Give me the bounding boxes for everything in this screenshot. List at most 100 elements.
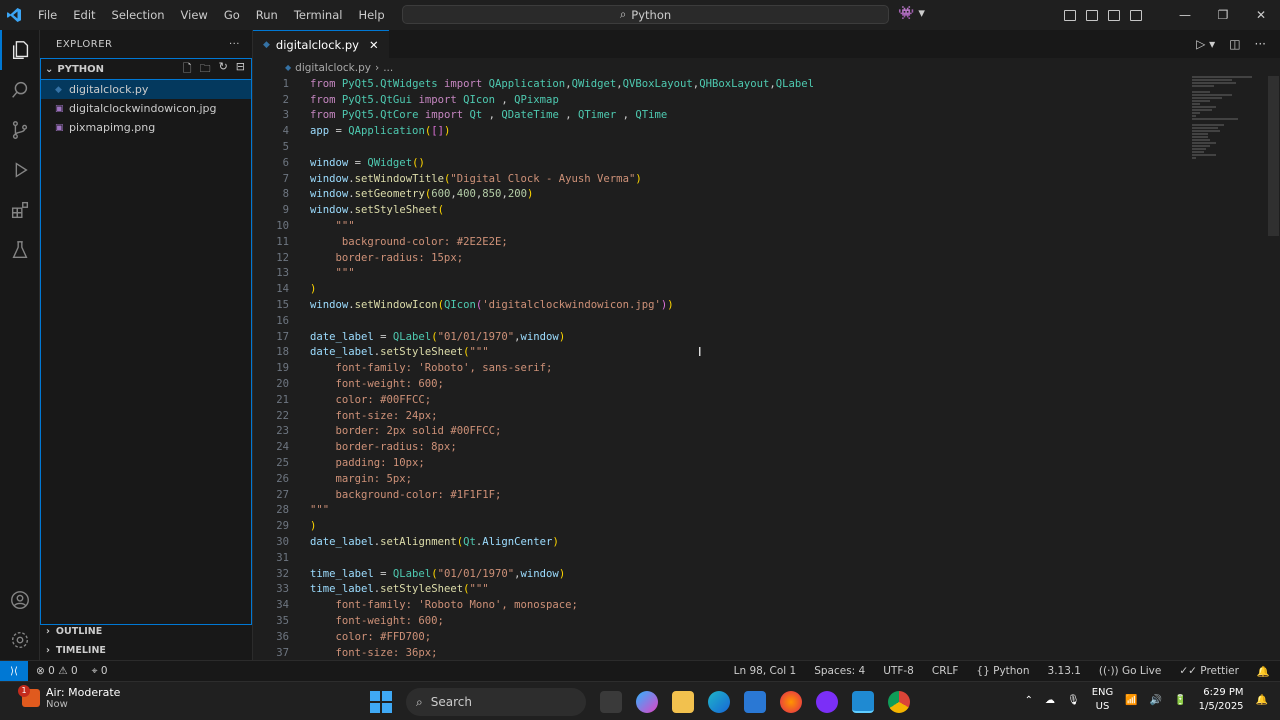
notifications-bell-icon[interactable]: 🔔 <box>1257 665 1270 678</box>
breadcrumb-file[interactable]: digitalclock.py <box>295 62 371 74</box>
go-live-button[interactable]: ((·)) Go Live <box>1099 665 1161 678</box>
file-explorer-icon[interactable] <box>672 691 694 713</box>
code-text: date_label = QLabel("01/01/1970",window) <box>310 330 566 343</box>
file-item[interactable]: ▣ digitalclockwindowicon.jpg <box>41 99 251 118</box>
more-actions-icon[interactable]: ··· <box>1255 37 1266 51</box>
file-label: pixmapimg.png <box>69 121 156 134</box>
folder-python[interactable]: ⌄ PYTHON 🗋 🗀 ↻ ⊟ <box>40 58 252 80</box>
menu-selection[interactable]: Selection <box>104 0 173 30</box>
taskbar-search[interactable]: ⌕ Search <box>406 688 586 716</box>
volume-icon[interactable]: 🔊 <box>1150 695 1162 706</box>
toggle-primary-sidebar-icon[interactable] <box>1086 9 1098 21</box>
line-number: 27 <box>276 488 289 501</box>
timeline-section[interactable]: › TIMELINE <box>40 641 252 660</box>
customize-layout-icon[interactable] <box>1064 9 1076 21</box>
copilot-app-icon[interactable] <box>636 691 658 713</box>
breadcrumb-more[interactable]: ... <box>383 62 393 74</box>
tab-digitalclock[interactable]: ◆ digitalclock.py ✕ <box>253 30 389 58</box>
vscode-taskbar-icon[interactable] <box>852 691 874 713</box>
menu-help[interactable]: Help <box>350 0 392 30</box>
new-file-icon[interactable]: 🗋 <box>183 60 192 79</box>
extensions-icon[interactable] <box>0 190 40 230</box>
search-view-icon[interactable] <box>0 70 40 110</box>
game-app-icon[interactable] <box>816 691 838 713</box>
menu-terminal[interactable]: Terminal <box>286 0 351 30</box>
clock[interactable]: 6:29 PM 1/5/2025 <box>1199 686 1244 714</box>
remote-indicator-icon[interactable]: ⟩⟨ <box>0 660 28 682</box>
store-icon[interactable] <box>744 691 766 713</box>
code-line: 3 from PyQt5.QtCore import Qt , QDateTime… <box>253 108 1193 124</box>
microphone-icon[interactable]: 🎙 <box>1067 695 1080 706</box>
code-line: 15 window.setWindowIcon(QIcon('digitalclo… <box>253 297 1193 313</box>
problems-indicator[interactable]: ⊗ 0 ⚠ 0 <box>36 665 78 678</box>
testing-icon[interactable] <box>0 230 40 270</box>
explorer-icon[interactable] <box>0 30 40 70</box>
accounts-icon[interactable] <box>0 580 40 620</box>
warning-count: 0 <box>70 664 78 677</box>
firefox-icon[interactable] <box>780 691 802 713</box>
code-line: 4 app = QApplication([]) <box>253 123 1193 139</box>
ports-count: 0 <box>100 664 108 677</box>
chevron-up-icon[interactable]: ⌃ <box>1025 695 1033 706</box>
code-editor[interactable]: 1 from PyQt5.QtWidgets import QApplicatio… <box>253 76 1193 660</box>
file-item[interactable]: ▣ pixmapimg.png <box>41 118 251 137</box>
wifi-icon[interactable]: 📶 <box>1125 695 1137 706</box>
file-item[interactable]: ◆ digitalclock.py <box>41 80 251 99</box>
code-line: 20 font-weight: 600; <box>253 376 1193 392</box>
weather-widget[interactable]: 1 Air: Moderate Now <box>18 685 121 710</box>
onedrive-icon[interactable]: ☁ <box>1045 695 1055 706</box>
windows-start-icon[interactable] <box>370 691 392 713</box>
code-text: background-color: #2E2E2E; <box>310 235 508 248</box>
battery-icon[interactable]: 🔋 <box>1174 695 1186 706</box>
notifications-icon[interactable]: 🔔 <box>1256 695 1268 706</box>
python-version[interactable]: 3.13.1 <box>1048 665 1081 678</box>
line-number: 17 <box>276 330 289 343</box>
copilot-icon[interactable]: 👾 ▾ <box>898 6 925 21</box>
code-line: 31 <box>253 550 1193 566</box>
menu-file[interactable]: File <box>30 0 65 30</box>
code-line: 24 border-radius: 8px; <box>253 439 1193 455</box>
restore-icon[interactable]: ❐ <box>1204 8 1242 22</box>
command-center-search[interactable]: ⌕ Python <box>402 5 889 24</box>
outline-section[interactable]: › OUTLINE <box>40 622 252 641</box>
folder-actions: 🗋 🗀 ↻ ⊟ <box>183 60 245 79</box>
close-window-icon[interactable]: ✕ <box>1242 8 1280 22</box>
weather-title: Air: Moderate <box>46 686 121 699</box>
language-mode[interactable]: {} Python <box>976 665 1029 678</box>
minimize-icon[interactable]: — <box>1166 8 1204 22</box>
status-right: Ln 98, Col 1 Spaces: 4 UTF-8 CRLF {} Pyt… <box>734 665 1270 678</box>
menu-run[interactable]: Run <box>248 0 286 30</box>
code-line: 35 font-weight: 600; <box>253 613 1193 629</box>
menu-edit[interactable]: Edit <box>65 0 103 30</box>
toggle-panel-icon[interactable] <box>1108 9 1120 21</box>
close-tab-icon[interactable]: ✕ <box>369 38 379 52</box>
run-file-icon[interactable]: ▷ ▾ <box>1196 37 1215 51</box>
split-editor-icon[interactable]: ◫ <box>1229 37 1240 51</box>
minimap[interactable] <box>1192 76 1262 216</box>
new-folder-icon[interactable]: 🗀 <box>200 60 211 79</box>
editor-scrollbar[interactable] <box>1268 76 1279 236</box>
menu-go[interactable]: Go <box>216 0 248 30</box>
more-actions-icon[interactable]: ··· <box>229 39 240 50</box>
code-line: 25 padding: 10px; <box>253 455 1193 471</box>
source-control-icon[interactable] <box>0 110 40 150</box>
run-debug-icon[interactable] <box>0 150 40 190</box>
edge-browser-icon[interactable] <box>708 691 730 713</box>
cursor-position[interactable]: Ln 98, Col 1 <box>734 665 797 678</box>
line-ending[interactable]: CRLF <box>932 665 959 678</box>
menu-view[interactable]: View <box>173 0 216 30</box>
ports-indicator[interactable]: ⌖ 0 <box>92 665 108 678</box>
prettier-button[interactable]: ✓✓ Prettier <box>1179 665 1239 678</box>
title-bar-controls: — ❐ ✕ <box>1064 0 1280 30</box>
explorer-sidebar: EXPLORER ··· ⌄ PYTHON 🗋 🗀 ↻ ⊟ ◆ digitalc… <box>40 30 253 660</box>
language-indicator[interactable]: ENG US <box>1092 686 1114 714</box>
encoding[interactable]: UTF-8 <box>883 665 914 678</box>
collapse-all-icon[interactable]: ⊟ <box>236 60 245 79</box>
code-line: 21 color: #00FFCC; <box>253 392 1193 408</box>
indentation[interactable]: Spaces: 4 <box>814 665 865 678</box>
refresh-icon[interactable]: ↻ <box>219 60 228 79</box>
task-view-icon[interactable] <box>600 691 622 713</box>
toggle-secondary-sidebar-icon[interactable] <box>1130 9 1142 21</box>
chrome-icon[interactable] <box>888 691 910 713</box>
settings-gear-icon[interactable] <box>0 620 40 660</box>
